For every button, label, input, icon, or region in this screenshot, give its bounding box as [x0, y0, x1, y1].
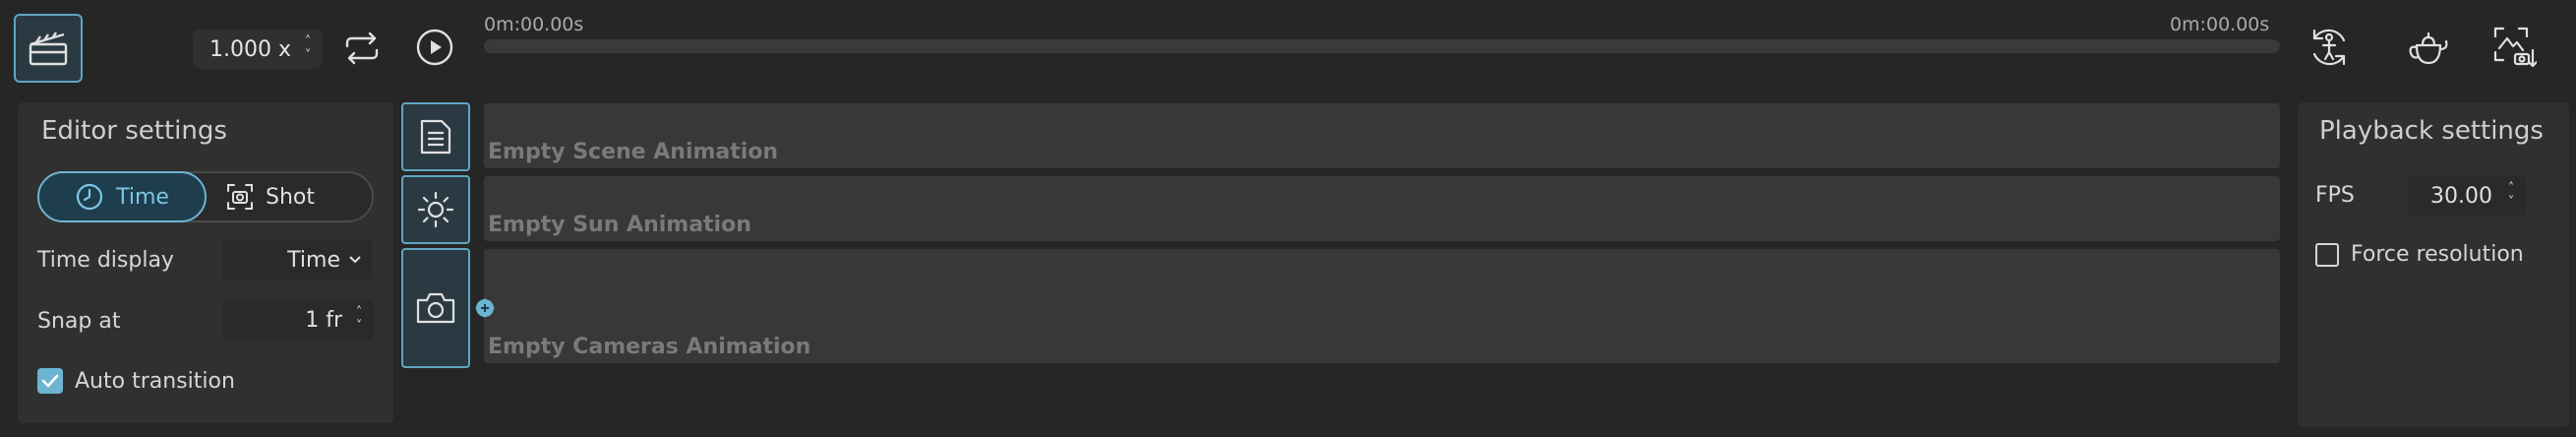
scene-track-label: Empty Scene Animation	[488, 140, 779, 164]
speed-value[interactable]: 1.000 x	[193, 37, 297, 62]
speed-stepper[interactable]: ˄ ˅	[297, 30, 319, 69]
cameras-animation-track[interactable]: Empty Cameras Animation	[484, 249, 2280, 363]
rotate-view-button[interactable]	[2306, 24, 2353, 71]
rotate-person-icon	[2306, 25, 2352, 70]
fps-label: FPS	[2315, 183, 2355, 208]
sun-animation-track[interactable]: Empty Sun Animation	[484, 176, 2280, 241]
snap-field[interactable]: 1 fr ˄ ˅	[222, 299, 374, 341]
time-end-label: 0m:00.00s	[2170, 14, 2270, 35]
fps-value[interactable]: 30.00	[2430, 184, 2500, 209]
chevron-up-icon[interactable]: ˄	[2508, 182, 2515, 196]
playback-speed-field[interactable]: 1.000 x ˄ ˅	[193, 30, 323, 69]
fps-field[interactable]: 30.00 ˄ ˅	[2408, 175, 2526, 217]
fps-stepper[interactable]: ˄ ˅	[2500, 176, 2522, 216]
clapperboard-button[interactable]	[14, 14, 83, 83]
snap-stepper[interactable]: ˄ ˅	[348, 300, 370, 340]
play-button[interactable]	[413, 26, 456, 69]
chevron-up-icon[interactable]: ˄	[305, 35, 312, 49]
keyframe-handle[interactable]	[472, 295, 498, 321]
timeline-scrubber[interactable]	[484, 39, 2280, 53]
chevron-down-icon[interactable]: ˅	[356, 320, 363, 334]
chevron-down-icon	[348, 255, 362, 265]
teapot-button[interactable]	[2406, 24, 2453, 71]
chevron-down-icon[interactable]: ˅	[305, 49, 312, 63]
time-display-value: Time	[287, 247, 340, 273]
cameras-track-button[interactable]	[401, 248, 470, 368]
chevron-up-icon[interactable]: ˄	[356, 306, 363, 320]
mode-shot-label: Shot	[266, 184, 315, 210]
time-display-dropdown[interactable]: Time	[222, 239, 372, 281]
document-icon	[418, 117, 453, 156]
image-export-icon	[2491, 25, 2537, 70]
teapot-icon	[2407, 28, 2452, 67]
mode-time-button[interactable]: Time	[37, 171, 207, 222]
time-display-label: Time display	[37, 248, 174, 273]
auto-transition-label: Auto transition	[75, 368, 235, 394]
sun-track-button[interactable]	[401, 175, 470, 244]
move-handle-icon	[472, 295, 498, 321]
checkbox-checked-icon[interactable]	[37, 368, 63, 394]
loop-button[interactable]	[338, 26, 386, 71]
auto-transition-checkbox[interactable]: Auto transition	[37, 368, 235, 394]
editor-settings-title: Editor settings	[41, 116, 227, 146]
scene-track-button[interactable]	[401, 102, 470, 171]
snap-label: Snap at	[37, 309, 121, 334]
mode-time-label: Time	[116, 184, 169, 210]
sun-track-label: Empty Sun Animation	[488, 213, 751, 237]
scene-animation-track[interactable]: Empty Scene Animation	[484, 103, 2280, 168]
sun-icon	[416, 190, 455, 229]
force-resolution-label: Force resolution	[2351, 242, 2524, 267]
camera-icon	[415, 290, 456, 326]
loop-icon	[341, 31, 383, 66]
checkbox-unchecked-icon[interactable]	[2315, 242, 2339, 267]
chevron-down-icon[interactable]: ˅	[2508, 196, 2515, 210]
mode-shot-button[interactable]: Shot	[226, 173, 374, 220]
clock-icon	[75, 182, 104, 212]
play-icon	[415, 28, 454, 67]
camera-focus-icon	[226, 183, 254, 211]
playback-settings-title: Playback settings	[2319, 116, 2544, 146]
cameras-track-label: Empty Cameras Animation	[488, 335, 811, 359]
clapperboard-icon	[27, 29, 70, 68]
mode-toggle: Time Shot	[37, 171, 374, 222]
force-resolution-checkbox[interactable]: Force resolution	[2315, 242, 2524, 267]
image-export-button[interactable]	[2490, 24, 2538, 71]
time-start-label: 0m:00.00s	[484, 14, 584, 35]
snap-value[interactable]: 1 fr	[305, 308, 348, 333]
